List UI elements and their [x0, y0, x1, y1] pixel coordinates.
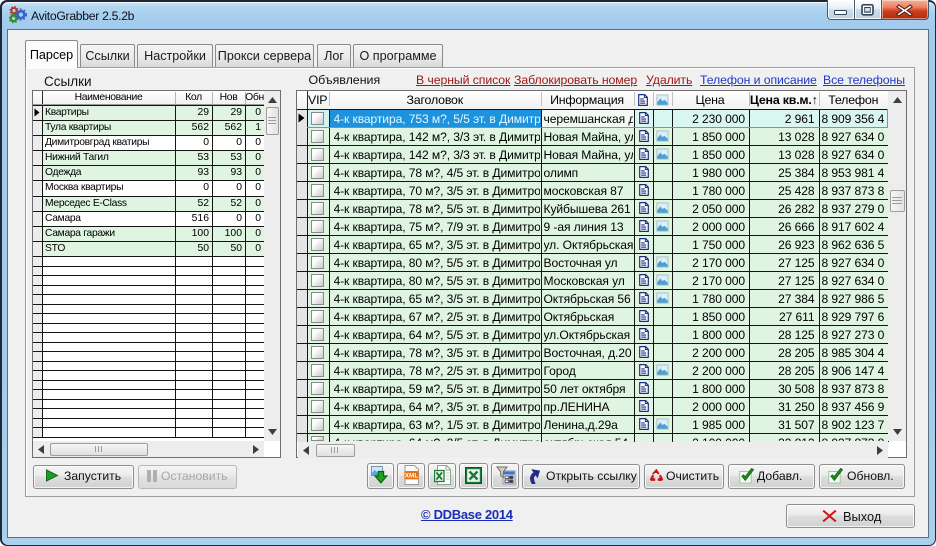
svg-text:XML: XML [405, 473, 419, 480]
